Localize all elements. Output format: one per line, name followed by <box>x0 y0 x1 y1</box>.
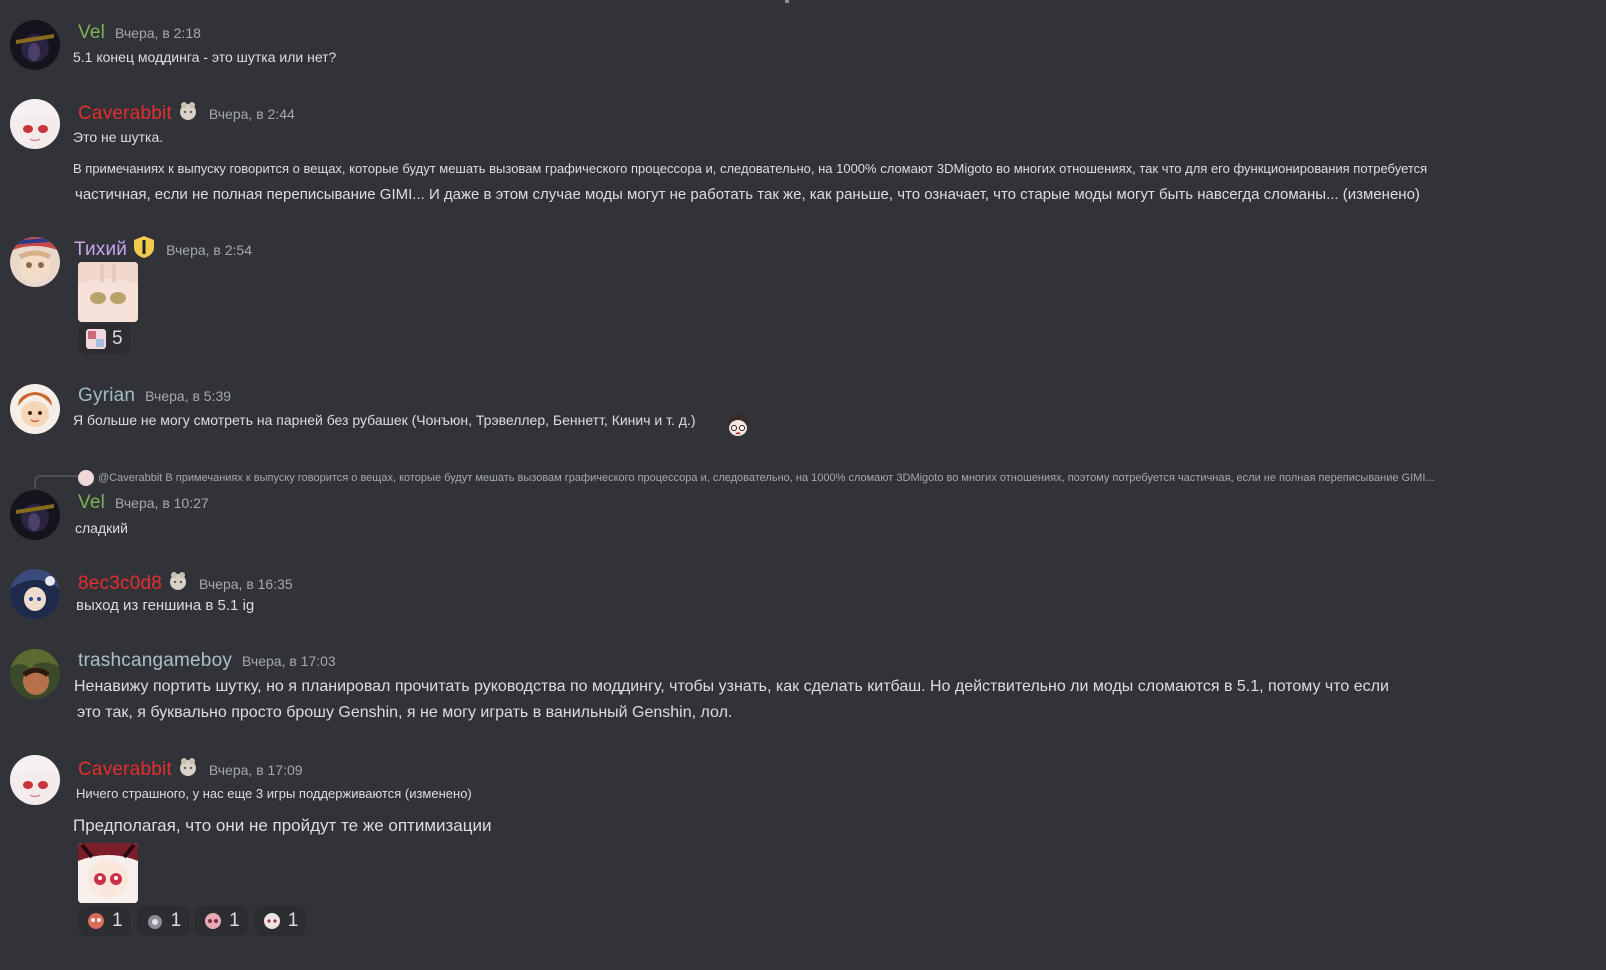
message-text: 5.1 конец моддинга - это шутка или нет? <box>73 49 337 65</box>
reaction-button[interactable]: 1 <box>195 906 248 936</box>
reaction-count: 1 <box>229 910 240 931</box>
grey-sticker-emoji-icon <box>145 911 165 931</box>
reaction-count: 1 <box>170 910 182 931</box>
timestamp: Вчера, в 17:03 <box>242 653 336 669</box>
pink-sticker-emoji-icon <box>203 911 223 931</box>
red-sticker-emoji-icon <box>86 911 106 931</box>
timestamp: Вчера, в 17:09 <box>208 761 303 778</box>
reply-preview[interactable]: @Caverabbit В примечаниях к выпуску гово… <box>78 470 1435 486</box>
message-text: Это не шутка. <box>73 129 164 145</box>
author-name[interactable]: Тихий <box>74 239 127 261</box>
avatar[interactable] <box>10 20 60 70</box>
author-name[interactable]: Vel <box>78 492 105 514</box>
author-name[interactable]: Gyrian <box>78 385 135 407</box>
timestamp: Вчера, в 16:35 <box>199 575 293 592</box>
reaction-button[interactable]: 1 <box>78 906 131 936</box>
bunny-badge-icon[interactable] <box>167 570 189 597</box>
reaction-button[interactable]: 1 <box>253 906 307 936</box>
avatar[interactable] <box>10 649 60 699</box>
bunny-badge-icon[interactable] <box>177 756 199 783</box>
shield-badge-icon[interactable] <box>132 235 156 264</box>
timestamp: Вчера, в 2:54 <box>166 241 253 258</box>
message-text: В примечаниях к выпуску говорится о веща… <box>73 161 1428 176</box>
author-name[interactable]: Caverabbit <box>78 103 172 125</box>
sticker-attachment[interactable] <box>78 843 138 903</box>
author-name[interactable]: 8ec3c0d8 <box>78 573 162 595</box>
author-name[interactable]: trashcangameboy <box>78 650 232 672</box>
timestamp: Вчера, в 10:27 <box>115 495 209 511</box>
reaction-count: 5 <box>112 328 123 349</box>
message-text: Ненавижу портить шутку, но я планировал … <box>74 678 1389 695</box>
message-text: частичная, если не полная переписывание … <box>75 186 1420 203</box>
reaction-count: 1 <box>112 910 123 931</box>
avatar[interactable] <box>10 99 60 149</box>
scroll-marker <box>785 0 789 3</box>
timestamp: Вчера, в 5:39 <box>145 388 232 404</box>
author-name[interactable]: Vel <box>78 22 105 44</box>
message-text: сладкий <box>75 520 128 536</box>
avatar[interactable] <box>10 384 60 434</box>
message-text: это так, я буквально просто брошу Genshi… <box>77 704 733 721</box>
custom-emoji-icon[interactable] <box>724 408 752 443</box>
white-sticker-emoji-icon <box>262 911 282 931</box>
reaction-button[interactable]: 1 <box>136 906 190 936</box>
message-text: Ничего страшного, у нас еще 3 игры подде… <box>76 786 472 801</box>
author-name[interactable]: Caverabbit <box>78 759 172 781</box>
reply-text: @Caverabbit В примечаниях к выпуску гово… <box>98 472 1435 484</box>
message-text: выход из геншина в 5.1 ig <box>76 597 255 614</box>
message-text: Я больше не могу смотреть на парней без … <box>73 412 696 428</box>
avatar[interactable] <box>10 237 60 287</box>
message-text: Предполагая, что они не пройдут те же оп… <box>73 816 492 835</box>
reaction-count: 1 <box>287 910 299 931</box>
reply-avatar <box>78 470 94 486</box>
timestamp: Вчера, в 2:44 <box>208 105 295 122</box>
timestamp: Вчера, в 2:18 <box>115 25 201 41</box>
reply-spine <box>34 475 78 489</box>
sticker-attachment[interactable] <box>78 262 138 322</box>
sticker-emoji-icon <box>86 329 106 349</box>
bunny-badge-icon[interactable] <box>177 100 199 127</box>
avatar[interactable] <box>10 755 60 805</box>
reaction-button[interactable]: 5 <box>78 324 131 354</box>
avatar[interactable] <box>10 490 60 540</box>
avatar[interactable] <box>10 569 60 619</box>
